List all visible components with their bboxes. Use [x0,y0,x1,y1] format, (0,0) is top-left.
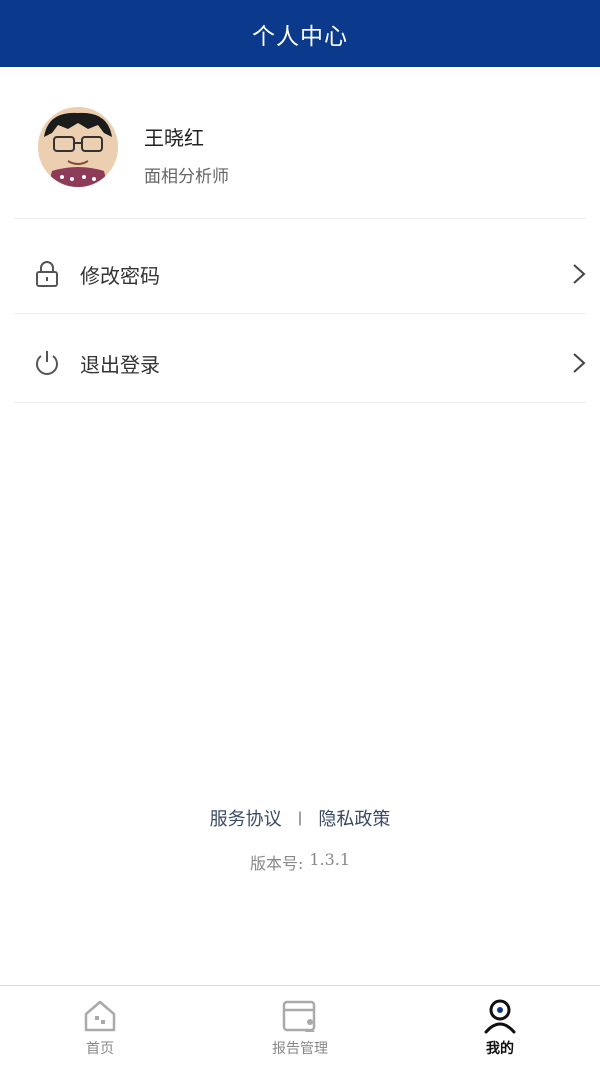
divider [14,402,586,403]
avatar-image [38,107,118,187]
tab-home-label: 首页 [86,1041,114,1057]
home-icon [84,1000,116,1032]
tab-home[interactable]: 首页 [0,986,200,1067]
version-label: 版本号: [249,854,304,873]
change-password-item[interactable]: 修改密码 [0,230,600,318]
change-password-label: 修改密码 [80,263,160,288]
tab-mine-label: 我的 [486,1041,514,1057]
service-agreement-link[interactable]: 服务协议 [210,805,282,831]
tab-mine[interactable]: 我的 [400,986,600,1067]
page-title: 个人中心 [252,23,348,50]
logout-label: 退出登录 [80,352,160,377]
report-icon [282,1000,316,1032]
profile-name: 王晓红 [144,126,204,150]
divider [14,218,586,219]
version-info: 版本号: 1.3.1 [0,850,600,874]
tab-report-management-label: 报告管理 [272,1041,328,1057]
profile-role: 面相分析师 [144,167,229,187]
page-header: 个人中心 [0,0,600,67]
version-value: 1.3.1 [309,850,351,869]
chevron-right-icon [573,353,586,373]
footer-links: 服务协议 | 隐私政策 [0,805,600,831]
avatar[interactable] [38,107,118,187]
profile-card[interactable]: 王晓红 面相分析师 [0,67,600,219]
privacy-policy-link[interactable]: 隐私政策 [318,805,390,831]
divider [14,313,586,314]
logout-item[interactable]: 退出登录 [0,319,600,407]
chevron-right-icon [573,264,586,284]
link-separator: | [297,810,303,826]
power-icon [36,351,58,375]
tab-report-management[interactable]: 报告管理 [200,986,400,1067]
bottom-tab-bar: 首页 报告管理 我的 [0,985,600,1067]
lock-icon [36,261,58,287]
profile-icon [484,999,516,1034]
